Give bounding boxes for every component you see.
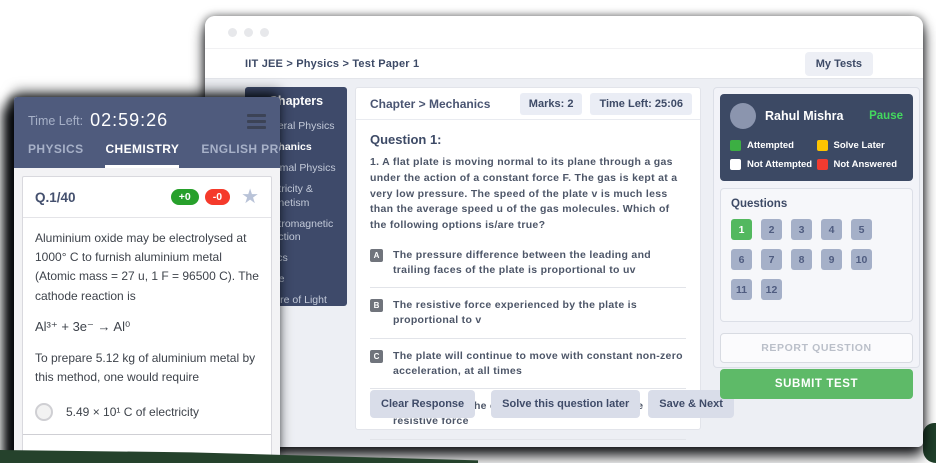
mobile-option-text: 5.49 × 10¹ C of electricity: [66, 405, 199, 419]
question-number-button[interactable]: 10: [851, 249, 872, 270]
option-text: The pressure difference between the lead…: [393, 248, 686, 278]
window-control-dot: [244, 28, 253, 37]
answer-option[interactable]: C The plate will continue to move with c…: [370, 339, 686, 389]
reaction-formula: Al³⁺ + 3e⁻ → Al⁰: [23, 306, 271, 335]
questions-title: Questions: [731, 198, 902, 210]
legend-item: Not Attempted: [730, 159, 817, 170]
question-counter: Q.1/40: [35, 190, 76, 205]
question-number-button[interactable]: 2: [761, 219, 782, 240]
question-number-button[interactable]: 7: [761, 249, 782, 270]
plant-leaf-decoration: [923, 423, 936, 463]
legend-swatch: [817, 159, 828, 170]
mobile-question-header: Q.1/40 +0 -0 ★: [23, 177, 271, 218]
radio-button-icon[interactable]: [35, 403, 53, 421]
legend-label: Not Answered: [834, 159, 898, 170]
question-title: Question 1:: [370, 132, 686, 147]
subject-tab[interactable]: ENGLISH PROFICIENCY: [201, 142, 280, 168]
mobile-test-window: Time Left: 02:59:26 PHYSICS CHEMISTRY ENGL…: [14, 97, 280, 463]
subject-tabs: PHYSICS CHEMISTRY ENGLISH PROFICIENCY: [28, 142, 280, 168]
report-question-button[interactable]: REPORT QUESTION: [720, 333, 913, 363]
question-number-button[interactable]: 12: [761, 279, 782, 300]
solve-later-button[interactable]: Solve this question later: [491, 390, 640, 418]
legend-item: Attempted: [730, 140, 817, 151]
user-row: Rahul Mishra Pause: [730, 103, 903, 129]
question-number-button[interactable]: 1: [731, 219, 752, 240]
option-text: The resistive force experienced by the p…: [393, 298, 686, 328]
question-number-button[interactable]: 3: [791, 219, 812, 240]
legend-item: Solve Later: [817, 140, 904, 151]
question-card: Chapter > Mechanics Marks: 2 Time Left: …: [355, 87, 701, 430]
question-number-button[interactable]: 6: [731, 249, 752, 270]
subject-tab[interactable]: CHEMISTRY: [105, 142, 179, 168]
browser-window: IIT JEE > Physics > Test Paper 1 My Test…: [205, 16, 923, 447]
timer-row: Time Left: 02:59:26: [28, 110, 266, 131]
question-number-button[interactable]: 9: [821, 249, 842, 270]
subject-tab[interactable]: PHYSICS: [28, 142, 83, 168]
mobile-body: Q.1/40 +0 -0 ★ Aluminium oxide may be el…: [14, 168, 280, 463]
avatar: [730, 103, 756, 129]
time-left-value: 02:59:26: [90, 110, 168, 131]
screenshot-canvas: IIT JEE > Physics > Test Paper 1 My Test…: [0, 0, 936, 463]
mobile-question-followup: To prepare 5.12 kg of aluminium metal by…: [23, 335, 271, 387]
legend-label: Attempted: [747, 140, 794, 151]
legend-swatch: [730, 140, 741, 151]
option-letter-chip: C: [370, 350, 383, 363]
negative-marks-badge: -0: [205, 189, 230, 205]
answer-option[interactable]: A The pressure difference between the le…: [370, 238, 686, 288]
question-grid: 123456789101112: [731, 219, 876, 300]
option-letter-chip: A: [370, 249, 383, 262]
option-letter-chip: B: [370, 299, 383, 312]
bookmark-star-icon[interactable]: ★: [241, 187, 259, 207]
question-card-header: Chapter > Mechanics Marks: 2 Time Left: …: [356, 88, 700, 120]
time-left-badge: Time Left: 25:06: [590, 93, 692, 115]
pause-button[interactable]: Pause: [869, 110, 903, 122]
hamburger-menu-icon[interactable]: [247, 112, 266, 129]
question-number-button[interactable]: 8: [791, 249, 812, 270]
main-content-area: Chapters General PhysicsMechanicsThermal…: [205, 79, 923, 447]
time-left-label: Time Left:: [28, 114, 83, 128]
option-text: The plate will continue to move with con…: [393, 349, 686, 379]
chapter-breadcrumb: Chapter > Mechanics: [370, 97, 512, 111]
mobile-question-text: Aluminium oxide may be electrolysed at 1…: [23, 218, 271, 306]
status-panel: Rahul Mishra Pause Attempted Solve Later: [713, 87, 920, 368]
question-text: 1. A flat plate is moving normal to its …: [370, 155, 686, 234]
user-name: Rahul Mishra: [765, 109, 844, 123]
question-number-button[interactable]: 11: [731, 279, 752, 300]
question-number-button[interactable]: 5: [851, 219, 872, 240]
breadcrumb[interactable]: IIT JEE > Physics > Test Paper 1: [245, 58, 419, 70]
mobile-header: Time Left: 02:59:26 PHYSICS CHEMISTRY ENGL…: [14, 97, 280, 168]
submit-test-button[interactable]: SUBMIT TEST: [720, 369, 913, 399]
user-card: Rahul Mishra Pause Attempted Solve Later: [720, 94, 913, 181]
mobile-question-card: Q.1/40 +0 -0 ★ Aluminium oxide may be el…: [22, 176, 272, 463]
my-tests-button[interactable]: My Tests: [805, 52, 873, 76]
legend-label: Solve Later: [834, 140, 885, 151]
legend-swatch: [730, 159, 741, 170]
positive-marks-badge: +0: [171, 189, 199, 205]
legend-item: Not Answered: [817, 159, 904, 170]
question-number-button[interactable]: 4: [821, 219, 842, 240]
legend-swatch: [817, 140, 828, 151]
mobile-answer-option[interactable]: 5.49 × 10¹ C of electricity: [23, 389, 271, 435]
window-control-dot: [260, 28, 269, 37]
question-footer: Clear Response Solve this question later…: [370, 390, 691, 418]
legend-label: Not Attempted: [747, 159, 812, 170]
top-nav-bar: IIT JEE > Physics > Test Paper 1 My Test…: [205, 48, 923, 79]
window-control-dot: [228, 28, 237, 37]
status-legend: Attempted Solve Later Not Attempted Not …: [730, 140, 903, 170]
marks-badge: Marks: 2: [520, 93, 583, 115]
questions-box: Questions 123456789101112: [720, 188, 913, 322]
browser-chrome-bar: [205, 16, 923, 48]
answer-option[interactable]: B The resistive force experienced by the…: [370, 288, 686, 338]
clear-response-button[interactable]: Clear Response: [370, 390, 475, 418]
